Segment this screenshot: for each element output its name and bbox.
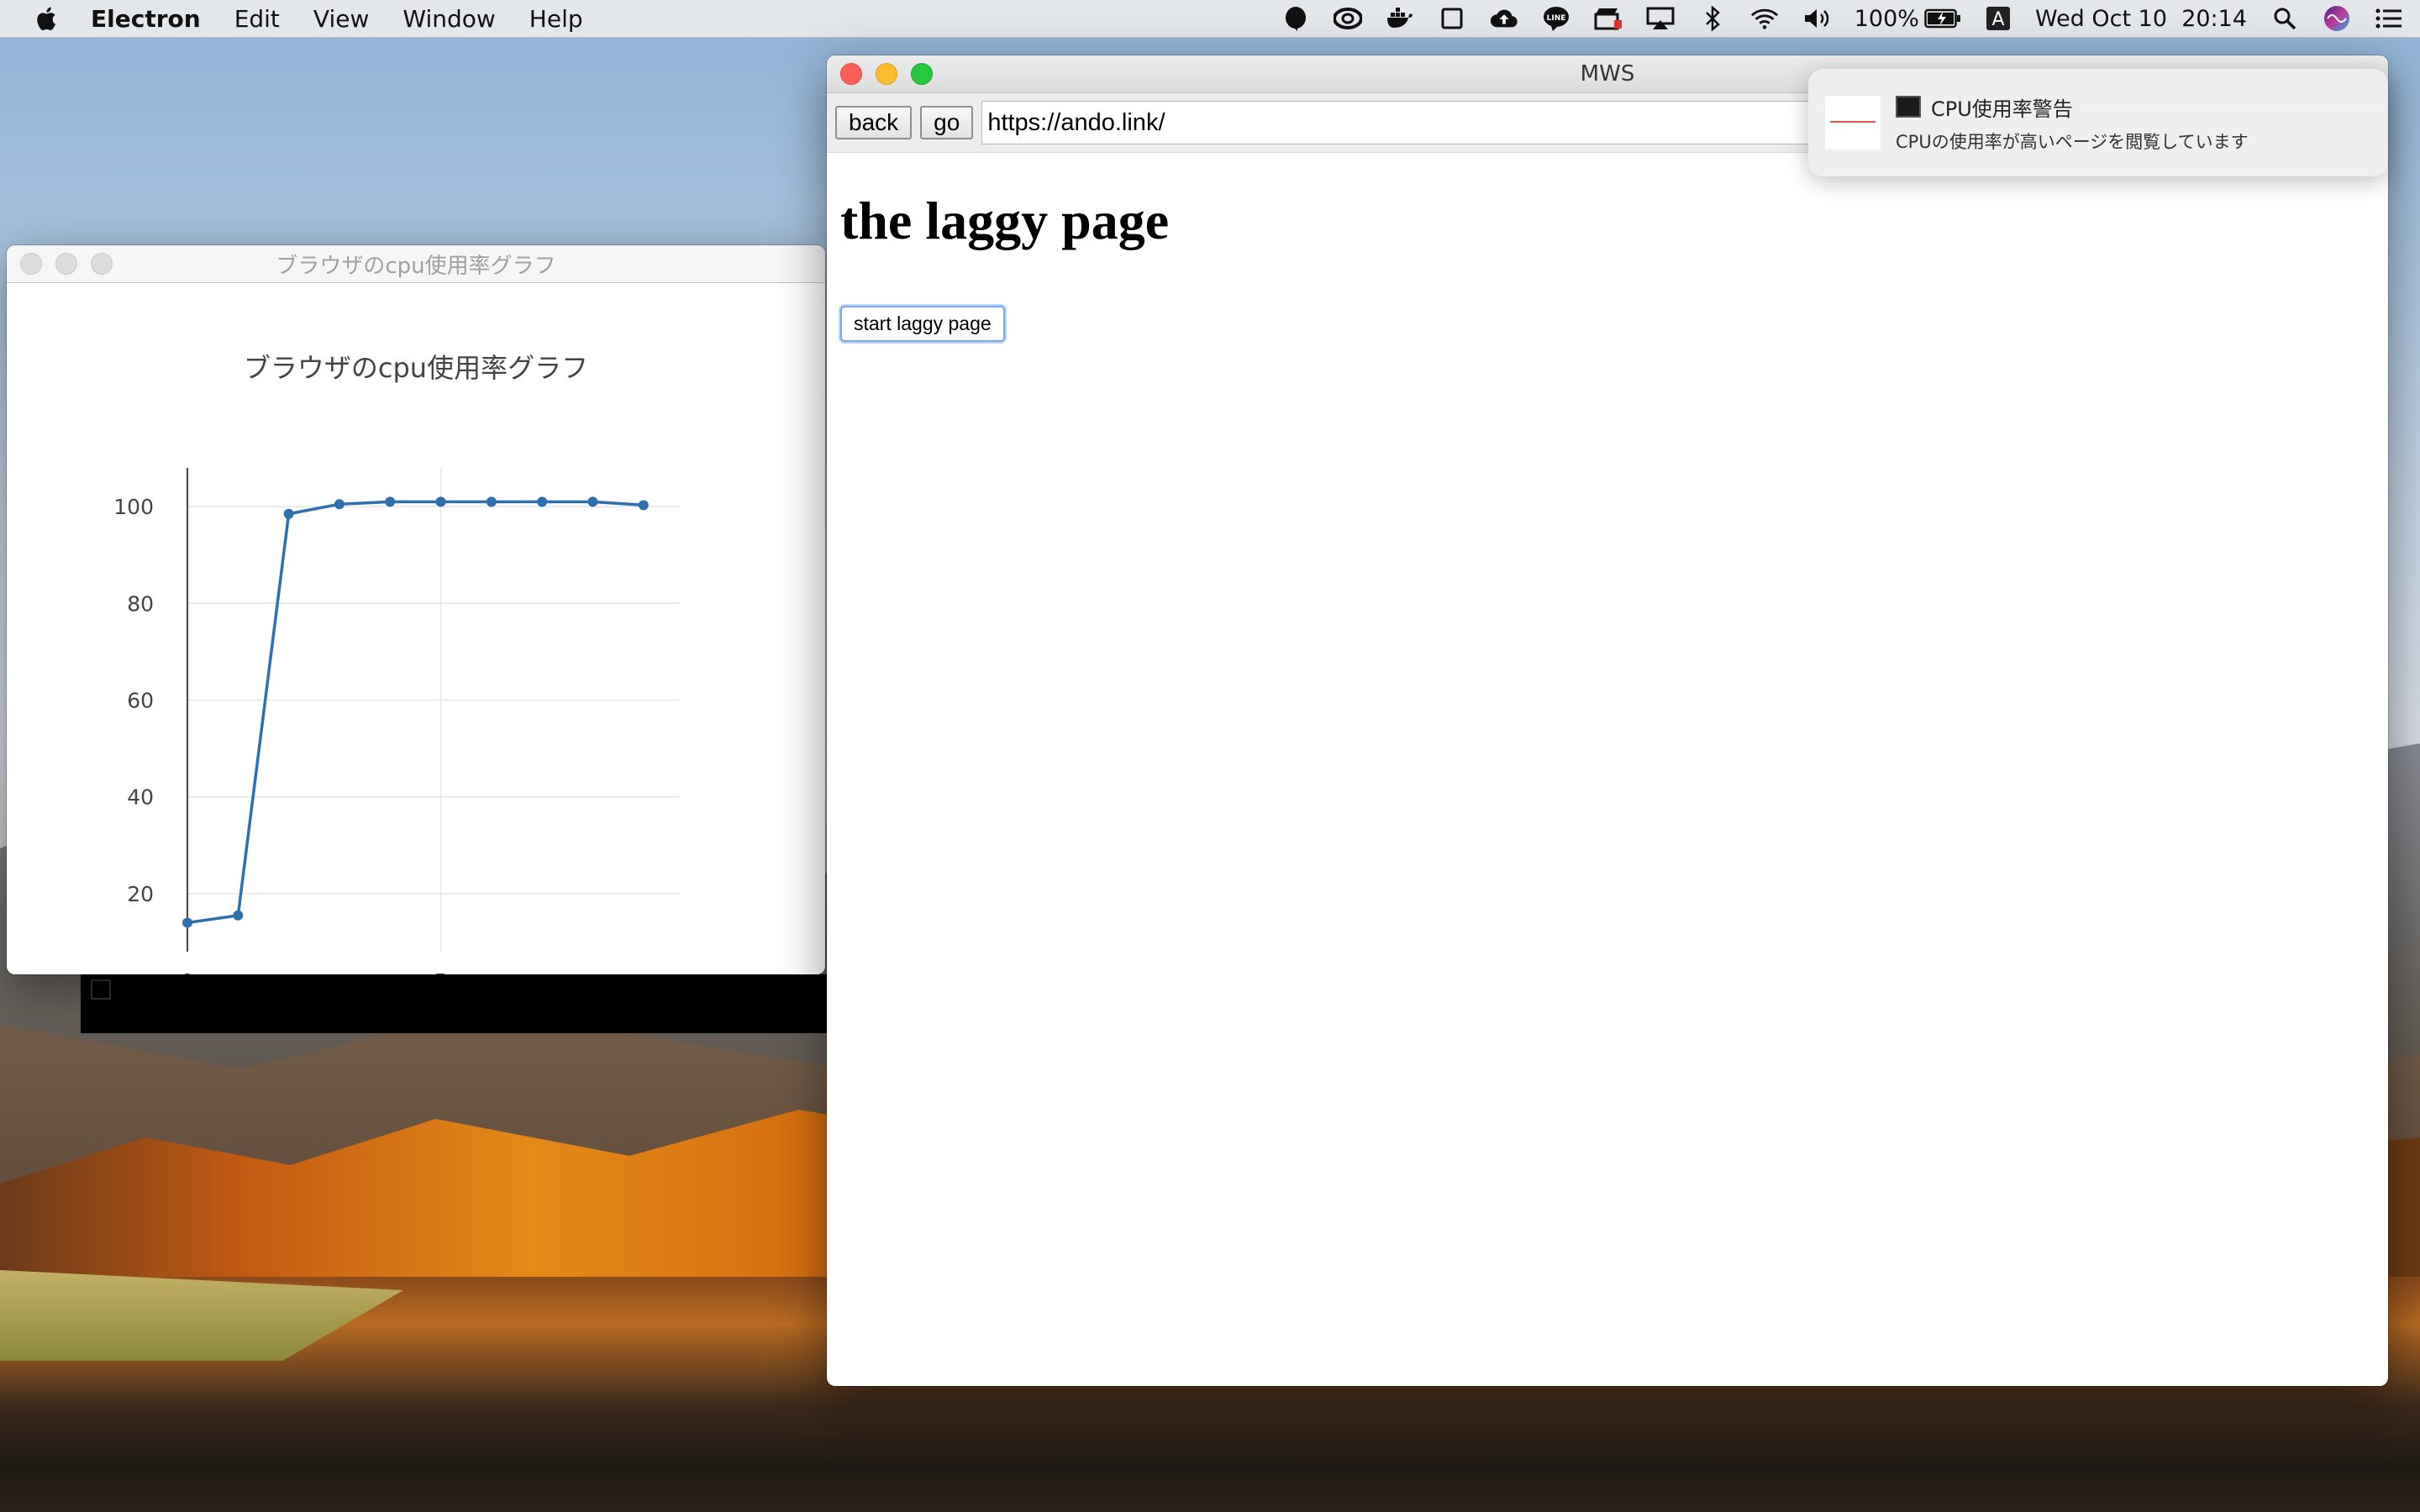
bluetooth-icon[interactable] xyxy=(1698,6,1727,31)
volume-icon[interactable] xyxy=(1802,6,1831,31)
y-tick-label: 40 xyxy=(127,785,154,810)
menu-bar: Electron Edit View Window Help LINE 100%… xyxy=(0,0,2420,38)
terminal-icon xyxy=(1896,96,1921,118)
close-button[interactable] xyxy=(840,63,862,85)
data-point[interactable] xyxy=(587,496,598,507)
evernote-icon[interactable] xyxy=(1281,6,1310,31)
menu-view[interactable]: View xyxy=(313,5,369,33)
start-laggy-page-button[interactable]: start laggy page xyxy=(840,306,1005,342)
minimize-button[interactable] xyxy=(876,63,897,85)
menu-help[interactable]: Help xyxy=(529,5,583,33)
cloud-upload-icon[interactable] xyxy=(1490,6,1518,31)
menu-app-name[interactable]: Electron xyxy=(91,5,201,33)
siri-icon[interactable] xyxy=(2323,6,2351,31)
data-point[interactable] xyxy=(486,496,497,507)
notification-body: CPUの使用率が高いページを閲覧しています xyxy=(1896,131,2249,152)
apple-icon[interactable] xyxy=(34,5,57,32)
notification-banner[interactable]: CPU使用率警告 CPUの使用率が高いページを閲覧しています xyxy=(1808,69,2388,176)
page-heading: the laggy page xyxy=(840,191,1170,250)
y-tick-label: 80 xyxy=(127,591,154,616)
go-button[interactable]: go xyxy=(920,106,974,139)
y-tick-label: 100 xyxy=(113,495,154,519)
window-frame-icon[interactable] xyxy=(1438,6,1466,31)
y-tick-label: 20 xyxy=(127,882,154,906)
notification-title: CPU使用率警告 xyxy=(1931,97,2073,121)
clapper-icon[interactable] xyxy=(1594,6,1623,31)
cpu-usage-chart: ブラウザのcpu使用率グラフ 20 40 60 80 100 0 5 xyxy=(113,352,679,974)
data-point[interactable] xyxy=(537,496,548,507)
data-point[interactable] xyxy=(233,910,244,921)
minimize-button[interactable] xyxy=(55,253,77,275)
data-point[interactable] xyxy=(334,499,345,510)
menu-window[interactable]: Window xyxy=(402,5,495,33)
wifi-icon[interactable] xyxy=(1750,6,1779,31)
zoom-button[interactable] xyxy=(91,253,113,275)
notification-thumbnail xyxy=(1825,96,1881,150)
menu-edit[interactable]: Edit xyxy=(234,5,280,33)
x-tick-label: 5 xyxy=(434,969,448,974)
airplay-icon[interactable] xyxy=(1646,6,1675,31)
chart-area: ブラウザのcpu使用率グラフ 20 40 60 80 100 0 5 xyxy=(7,283,825,974)
x-tick-label: 0 xyxy=(181,969,194,974)
chart-title: ブラウザのcpu使用率グラフ xyxy=(244,352,588,384)
series-line xyxy=(187,500,644,925)
clock[interactable]: Wed Oct 10 20:14 xyxy=(2035,6,2247,32)
back-button[interactable]: back xyxy=(835,106,913,139)
data-point[interactable] xyxy=(435,496,446,507)
battery-charging-icon[interactable] xyxy=(1924,6,1961,31)
spotlight-search-icon[interactable] xyxy=(2270,6,2299,31)
docker-icon[interactable] xyxy=(1386,6,1414,31)
creative-cloud-icon[interactable] xyxy=(1333,6,1362,31)
line-app-icon[interactable]: LINE xyxy=(1542,6,1570,31)
notification-center-icon[interactable] xyxy=(2375,6,2403,31)
input-source-label: A xyxy=(1991,9,2004,30)
chart-window-titlebar[interactable]: ブラウザのcpu使用率グラフ xyxy=(7,245,825,283)
battery-percent: 100% xyxy=(1854,5,1919,32)
zoom-button[interactable] xyxy=(911,63,933,85)
status-area: LINE 100% A Wed Oct 10 20:14 xyxy=(1281,0,2420,37)
cpu-chart-window: ブラウザのcpu使用率グラフ ブラウザのcpu使用率グラフ 20 40 60 80 10… xyxy=(7,245,825,974)
data-point[interactable] xyxy=(283,508,294,519)
data-point[interactable] xyxy=(638,500,649,511)
background-terminal-window xyxy=(81,974,829,1033)
web-content: the laggy page start laggy page xyxy=(827,153,2388,355)
mws-browser-window: MWS back go the laggy page start laggy p… xyxy=(827,55,2388,1386)
chart-window-title: ブラウザのcpu使用率グラフ xyxy=(276,253,556,279)
data-point[interactable] xyxy=(182,917,192,928)
data-point[interactable] xyxy=(385,496,396,507)
input-source-icon[interactable]: A xyxy=(1985,6,2012,31)
y-tick-label: 60 xyxy=(127,688,154,712)
close-button[interactable] xyxy=(20,253,42,275)
svg-text:LINE: LINE xyxy=(1546,14,1565,23)
